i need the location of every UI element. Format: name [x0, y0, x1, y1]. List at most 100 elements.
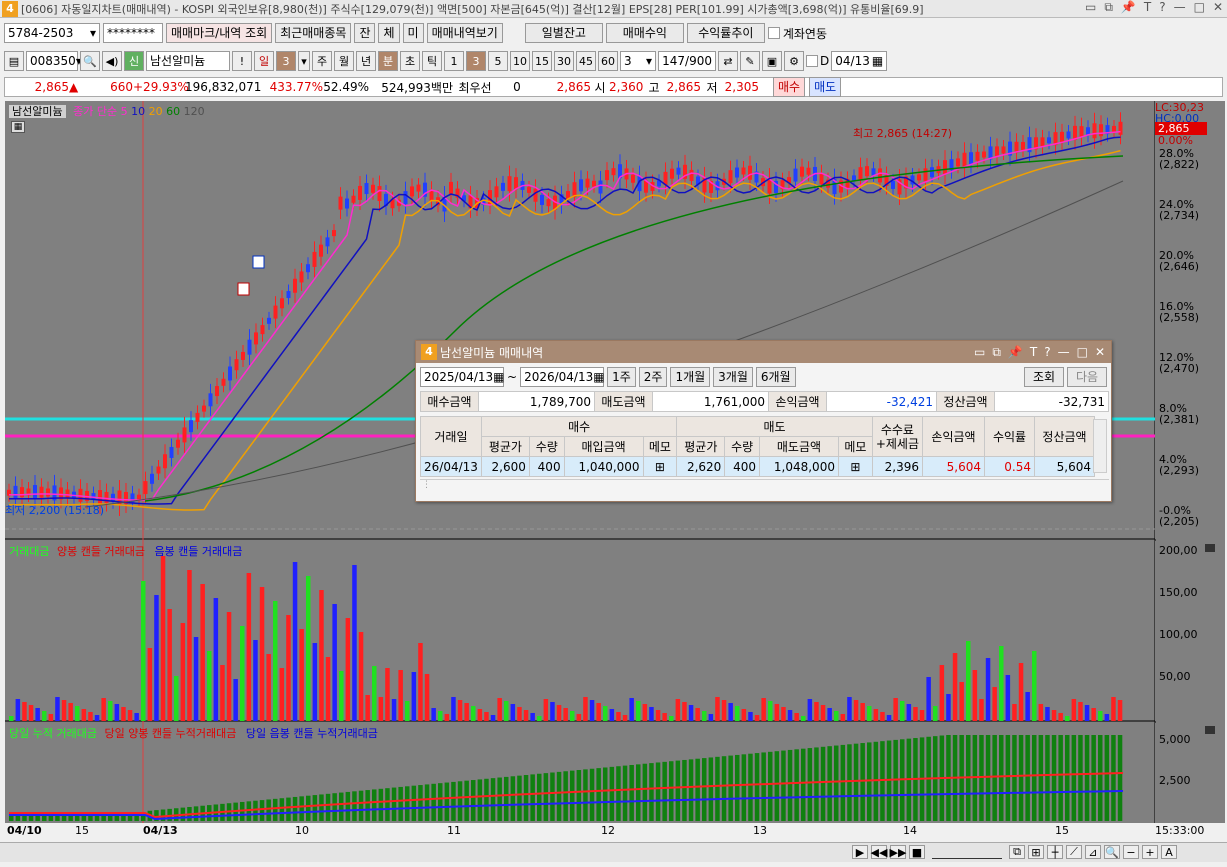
balance-button[interactable]: 잔 [354, 23, 376, 43]
sell-button[interactable]: 매도 [809, 77, 842, 97]
interval-15-button[interactable]: 15 [532, 51, 552, 71]
zoom-out-icon[interactable]: − [1123, 845, 1139, 859]
search-icon[interactable]: 🔍 [80, 51, 100, 71]
range-6month-button[interactable]: 6개월 [755, 367, 796, 387]
restore-small-icon[interactable]: ⧉ [1104, 0, 1113, 15]
resize-grip-icon[interactable]: ⋮ [420, 479, 1109, 497]
ma10-legend: 10 [131, 105, 146, 118]
dialog-minimize-small-icon[interactable]: ▭ [974, 345, 985, 360]
play-icon[interactable]: ▶ [852, 845, 868, 859]
grid-toggle-icon[interactable]: ▦ [11, 121, 25, 133]
dialog-pin-icon[interactable]: 📌 [1008, 345, 1023, 360]
memo-icon[interactable]: ⊞ [837, 456, 873, 477]
interval-3-button[interactable]: 3 [466, 51, 486, 71]
measure-icon[interactable]: ⊿ [1085, 845, 1101, 859]
pin-icon[interactable]: 📌 [1121, 0, 1136, 15]
stop-icon[interactable]: ■ [909, 845, 925, 859]
font-size-icon[interactable]: A [1161, 845, 1177, 859]
trade-profit-button[interactable]: 매매수익 [605, 23, 684, 43]
period-num-select[interactable]: 3 [276, 51, 296, 71]
filled-button[interactable]: 체 [378, 23, 400, 43]
speaker-icon[interactable]: ◀) [102, 51, 122, 71]
period-month-button[interactable]: 월 [334, 51, 354, 71]
minimize-icon[interactable]: — [1174, 0, 1186, 15]
crosshair-icon[interactable]: ┼ [1047, 845, 1063, 859]
chevron-down-icon[interactable]: ▾ [298, 51, 310, 71]
memo-icon[interactable]: ⊞ [642, 456, 678, 477]
dialog-maximize-icon[interactable]: □ [1077, 345, 1088, 360]
trade-history-button[interactable]: 매매내역보기 [426, 23, 503, 43]
dialog-close-icon[interactable]: ✕ [1095, 345, 1105, 360]
dialog-minimize-icon[interactable]: — [1058, 345, 1070, 360]
table-scrollbar[interactable] [1093, 419, 1107, 473]
unfilled-button[interactable]: 미 [402, 23, 424, 43]
cumulative-bar [398, 786, 403, 821]
zoom-slider[interactable] [932, 845, 1002, 859]
cumulative-bar [880, 741, 885, 821]
interval-60-button[interactable]: 60 [598, 51, 618, 71]
zoom-in-icon[interactable]: + [1142, 845, 1158, 859]
profit-trend-button[interactable]: 수익률추이 [686, 23, 765, 43]
period-tick-button[interactable]: 틱 [422, 51, 442, 71]
period-second-button[interactable]: 초 [400, 51, 420, 71]
period-minute-button[interactable]: 분 [378, 51, 398, 71]
volume-bar [48, 714, 54, 721]
fit-icon[interactable]: ⊞ [1028, 845, 1044, 859]
volume-bar [504, 701, 509, 721]
range-2week-button[interactable]: 2주 [638, 367, 668, 387]
close-icon[interactable]: ✕ [1213, 0, 1223, 15]
interval-30-button[interactable]: 30 [554, 51, 574, 71]
minute-select[interactable]: 3 ▾ [620, 51, 656, 71]
interval-1-button[interactable]: 1 [444, 51, 464, 71]
minimize-small-icon[interactable]: ▭ [1085, 0, 1096, 15]
from-date-input[interactable]: 2025/04/13 ▦ [420, 367, 505, 387]
stock-code-input[interactable]: 008350 ▾ [26, 51, 82, 71]
alert-button[interactable]: ! [232, 51, 252, 71]
query-button[interactable]: 조회 [1024, 367, 1064, 387]
split-icon[interactable]: ⧉ [1009, 845, 1025, 859]
interval-5-button[interactable]: 5 [488, 51, 508, 71]
layout-icon[interactable]: ▤ [4, 51, 24, 71]
next-button[interactable]: 다음 [1067, 367, 1107, 387]
candle-body [416, 184, 421, 192]
dialog-help-icon[interactable]: ? [1044, 345, 1050, 360]
period-week-button[interactable]: 주 [312, 51, 332, 71]
period-year-button[interactable]: 년 [356, 51, 376, 71]
cumulative-bar [1111, 735, 1116, 821]
account-select[interactable]: 5784-2503 ▾ [4, 23, 100, 43]
magnify-icon[interactable]: 🔍 [1104, 845, 1120, 859]
password-field[interactable]: ******** [103, 23, 163, 43]
range-1month-button[interactable]: 1개월 [670, 367, 711, 387]
maximize-icon[interactable]: □ [1194, 0, 1205, 15]
rewind-icon[interactable]: ◀◀ [871, 845, 887, 859]
help-icon[interactable]: ? [1159, 0, 1165, 15]
account-link-checkbox[interactable] [767, 27, 780, 39]
to-date-input[interactable]: 2026/04/13 ▦ [520, 367, 605, 387]
volume-panel-menu-icon[interactable] [1205, 544, 1215, 552]
range-3month-button[interactable]: 3개월 [713, 367, 753, 387]
daily-balance-button[interactable]: 일별잔고 [524, 23, 603, 43]
date-checkbox[interactable] [806, 55, 818, 67]
dialog-font-icon[interactable]: T [1030, 345, 1037, 360]
font-icon[interactable]: T [1144, 0, 1151, 15]
interval-10-button[interactable]: 10 [510, 51, 530, 71]
gear-icon[interactable]: ⚙ [784, 51, 804, 71]
date-input[interactable]: 04/13 ▦ [831, 51, 888, 71]
forward-icon[interactable]: ▶▶ [890, 845, 906, 859]
trade-mark-query-button[interactable]: 매매마크/내역 조회 [166, 23, 273, 43]
table-row[interactable]: 26/04/13 2,600 400 1,040,000 ⊞ 2,620 400… [420, 456, 1095, 477]
cumulative-bar [464, 780, 469, 821]
candle-body [1001, 146, 1006, 154]
draw-tool-icon[interactable]: ✎ [740, 51, 760, 71]
chart-tool-icon[interactable]: ⇄ [718, 51, 738, 71]
period-day-button[interactable]: 일 [254, 51, 274, 71]
save-icon[interactable]: ▣ [762, 51, 782, 71]
cumulative-panel-menu-icon[interactable] [1205, 726, 1215, 734]
recent-trades-button[interactable]: 최근매매종목 [275, 23, 352, 43]
interval-45-button[interactable]: 45 [576, 51, 596, 71]
buy-button[interactable]: 매수 [773, 77, 806, 97]
range-1week-button[interactable]: 1주 [607, 367, 636, 387]
trend-icon[interactable]: ⟋ [1066, 845, 1082, 859]
bar-count-field[interactable]: 147/900 [658, 51, 716, 71]
dialog-restore-icon[interactable]: ⧉ [992, 345, 1001, 360]
